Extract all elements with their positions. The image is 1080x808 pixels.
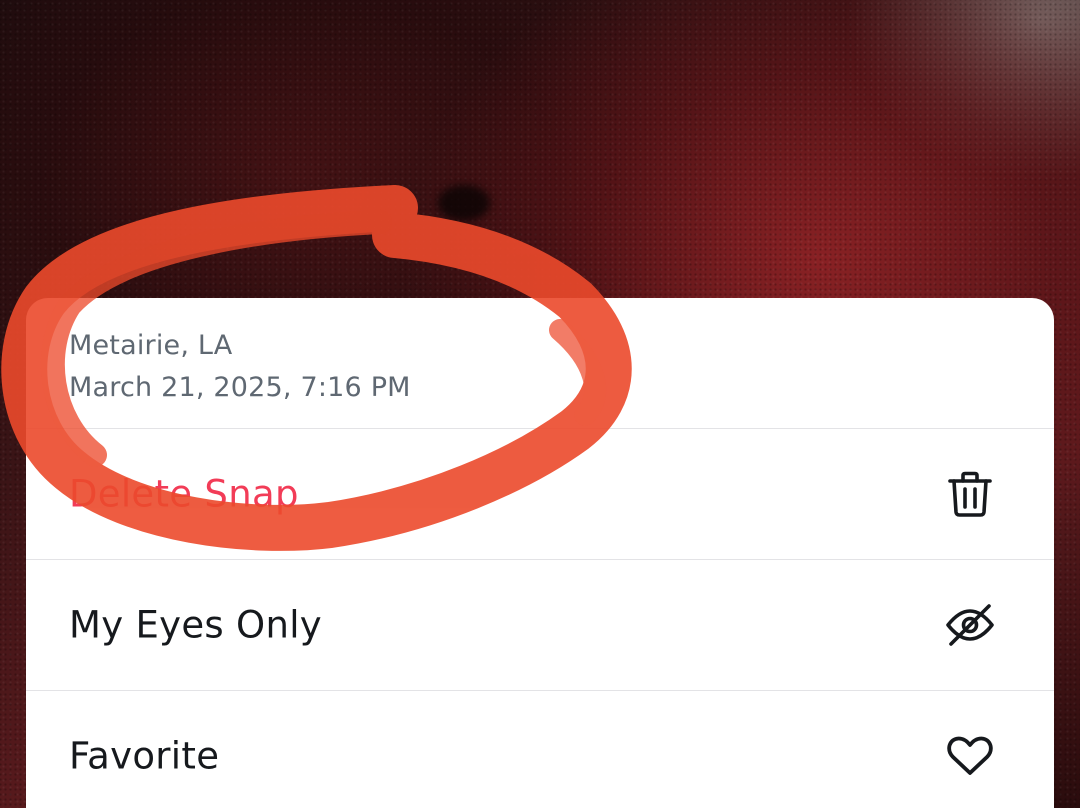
my-eyes-only-button[interactable]: My Eyes Only [26,560,1054,691]
snap-location: Metairie, LA [69,330,233,361]
trash-icon [944,468,996,520]
eye-slash-icon [944,599,996,651]
snap-options-sheet: Metairie, LA March 21, 2025, 7:16 PM Del… [26,298,1054,808]
snap-info-header: Metairie, LA March 21, 2025, 7:16 PM [26,298,1054,429]
heart-icon [944,730,996,782]
delete-snap-label: Delete Snap [69,472,299,516]
my-eyes-only-label: My Eyes Only [69,603,323,647]
favorite-label: Favorite [69,734,220,778]
snap-datetime: March 21, 2025, 7:16 PM [69,372,411,403]
favorite-button[interactable]: Favorite [26,691,1054,808]
photo-dark-spot [438,185,490,221]
delete-snap-button[interactable]: Delete Snap [26,429,1054,560]
screen: Metairie, LA March 21, 2025, 7:16 PM Del… [0,0,1080,808]
